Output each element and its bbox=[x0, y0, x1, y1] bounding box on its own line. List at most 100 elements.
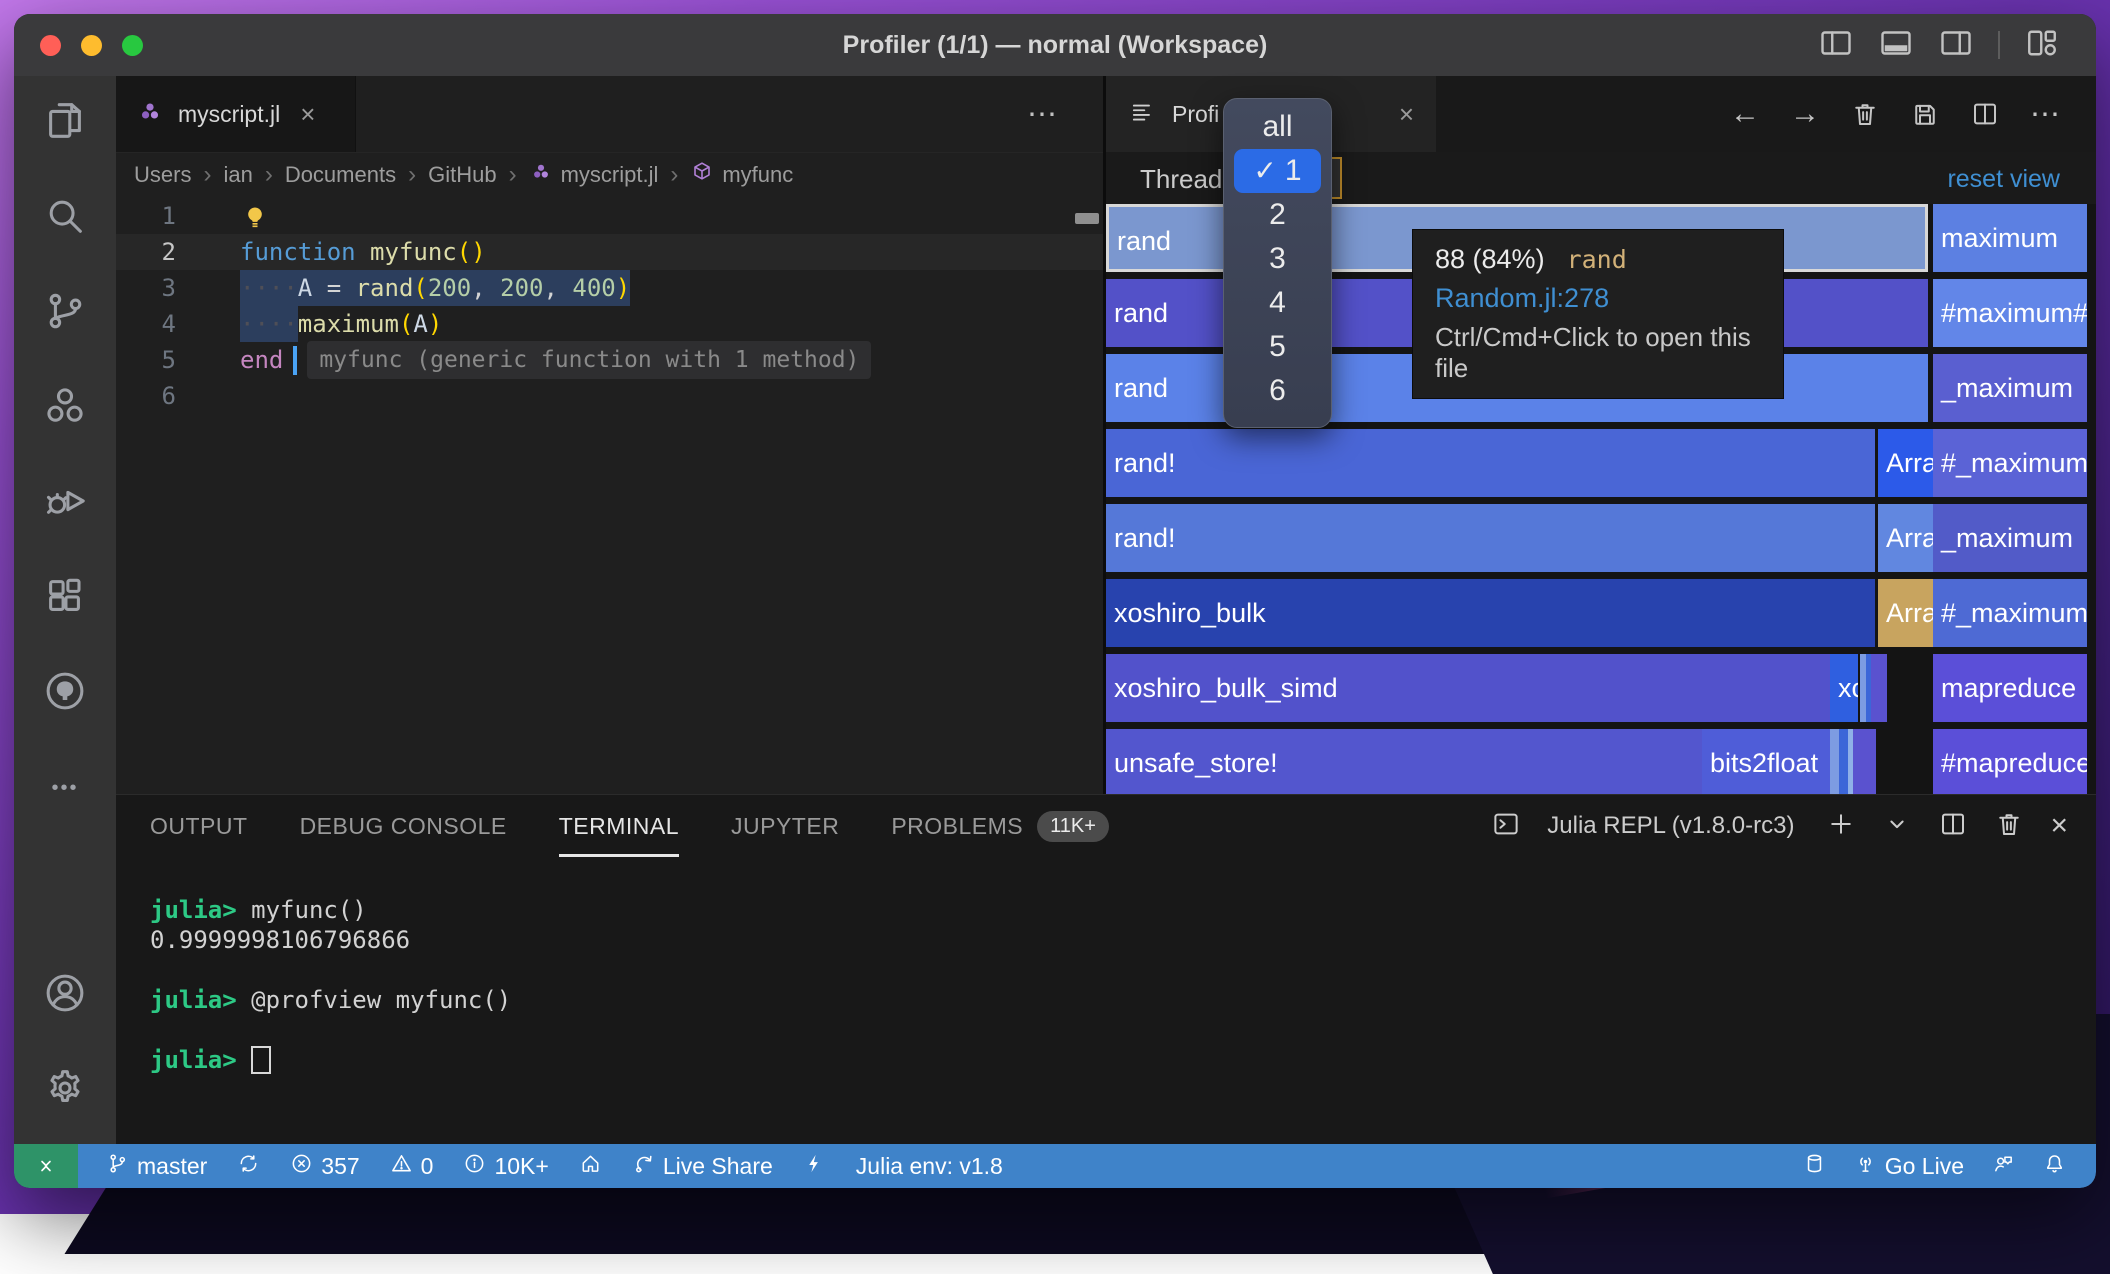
editor-scrollbar-thumb[interactable] bbox=[1075, 213, 1099, 224]
editor-actions-more-icon[interactable]: ⋯ bbox=[1027, 76, 1059, 152]
clear-profile-button[interactable] bbox=[1850, 99, 1880, 129]
panel-tab-output[interactable]: OUTPUT bbox=[150, 795, 248, 857]
more-actions-button[interactable]: ⋯ bbox=[2030, 97, 2060, 132]
flame-cell-bits2float[interactable]: bits2float bbox=[1702, 729, 1830, 794]
breadcrumb-item-documents[interactable]: Documents bbox=[285, 162, 396, 188]
status-errors[interactable]: 357 bbox=[290, 1152, 359, 1181]
remote-indicator[interactable] bbox=[14, 1144, 78, 1188]
code-line-2[interactable]: 2function myfunc() bbox=[116, 234, 1103, 270]
tooltip-file-link[interactable]: Random.jl:278 bbox=[1435, 283, 1761, 314]
status-database[interactable] bbox=[1803, 1152, 1826, 1181]
reset-view-link[interactable]: reset view bbox=[1947, 152, 2060, 206]
line-number: 5 bbox=[116, 342, 176, 378]
terminal-output[interactable]: julia> myfunc()0.9999998106796866 julia>… bbox=[150, 895, 2076, 1135]
panel-tab-problems[interactable]: PROBLEMS11K+ bbox=[891, 795, 1109, 857]
flame-cell---maximum[interactable]: #_maximum bbox=[1933, 429, 2087, 497]
thread-option-2[interactable]: 2 bbox=[1224, 193, 1331, 237]
flame-cell[interactable] bbox=[1871, 654, 1887, 722]
thread-option-3[interactable]: 3 bbox=[1224, 237, 1331, 281]
flame-cell-rand-[interactable]: rand! bbox=[1106, 429, 1875, 497]
thread-option-1[interactable]: ✓1 bbox=[1234, 149, 1321, 193]
flame-cell-unsafe-store-[interactable]: unsafe_store! bbox=[1106, 729, 1702, 794]
flame-cell-arra[interactable]: Arra bbox=[1878, 579, 1933, 647]
save-profile-button[interactable] bbox=[1910, 99, 1940, 129]
close-panel-button[interactable]: × bbox=[2050, 809, 2068, 843]
flame-cell-rand-[interactable]: rand! bbox=[1106, 504, 1875, 572]
breadcrumb-item-ian[interactable]: ian bbox=[223, 162, 252, 188]
breadcrumb-item-github[interactable]: GitHub bbox=[428, 162, 496, 188]
sidebar-item-search[interactable] bbox=[14, 171, 116, 266]
kill-terminal-button[interactable] bbox=[1994, 809, 2024, 844]
status-infos[interactable]: 10K+ bbox=[463, 1152, 548, 1181]
lightbulb-icon[interactable] bbox=[240, 203, 270, 233]
sidebar-item-explorer[interactable] bbox=[14, 76, 116, 171]
status-warnings[interactable]: 0 bbox=[390, 1152, 434, 1181]
panel-tab-terminal[interactable]: TERMINAL bbox=[559, 795, 679, 857]
thread-option-4[interactable]: 4 bbox=[1224, 281, 1331, 325]
status-notifications[interactable] bbox=[2043, 1152, 2066, 1181]
flame-cell--mapreduce[interactable]: #mapreduce bbox=[1933, 729, 2087, 794]
toggle-primary-sidebar-icon[interactable] bbox=[1818, 25, 1854, 66]
panel-tab-debug-console[interactable]: DEBUG CONSOLE bbox=[300, 795, 507, 857]
new-terminal-button[interactable] bbox=[1826, 809, 1856, 844]
thread-label: Thread: bbox=[1140, 152, 1230, 206]
status-go-live[interactable]: Go Live bbox=[1854, 1152, 1964, 1181]
status-feedback[interactable] bbox=[1992, 1152, 2015, 1181]
back-button[interactable]: ← bbox=[1730, 97, 1760, 131]
flame-cell--maximum[interactable]: _maximum bbox=[1933, 354, 2087, 422]
flame-cell-xc[interactable]: xc bbox=[1830, 654, 1858, 722]
sidebar-item-run-debug[interactable] bbox=[14, 456, 116, 551]
flame-cell--maximum[interactable]: _maximum bbox=[1933, 504, 2087, 572]
panel-tab-jupyter[interactable]: JUPYTER bbox=[731, 795, 839, 857]
flame-cell-maximum[interactable]: maximum bbox=[1933, 204, 2087, 272]
sidebar-item-julia[interactable] bbox=[14, 361, 116, 456]
flame-cell--maximum-[interactable]: #maximum# bbox=[1933, 279, 2087, 347]
customize-layout-icon[interactable] bbox=[2024, 25, 2060, 66]
status-live-share[interactable]: Live Share bbox=[632, 1152, 773, 1181]
sidebar-item-accounts[interactable] bbox=[14, 948, 116, 1043]
status-git-branch[interactable]: master bbox=[106, 1152, 207, 1181]
thread-option-all[interactable]: all bbox=[1224, 105, 1331, 149]
status-sync-changes[interactable] bbox=[237, 1152, 260, 1181]
status-julia-power[interactable] bbox=[803, 1152, 826, 1181]
line-number: 6 bbox=[116, 378, 176, 414]
flame-cell-xoshiro-bulk-simd[interactable]: xoshiro_bulk_simd bbox=[1106, 654, 1830, 722]
tab-close-icon[interactable]: × bbox=[300, 99, 315, 130]
thread-option-5[interactable]: 5 bbox=[1224, 325, 1331, 369]
code-line-1[interactable]: 1 bbox=[116, 198, 1103, 234]
flame-cell-arra[interactable]: Arra bbox=[1878, 504, 1933, 572]
line-number: 4 bbox=[116, 306, 176, 342]
breadcrumb-item-users[interactable]: Users bbox=[134, 162, 191, 188]
flame-cell-arra[interactable]: Arra bbox=[1878, 429, 1933, 497]
thread-option-6[interactable]: 6 bbox=[1224, 369, 1331, 413]
code-line-4[interactable]: 4····maximum(A) bbox=[116, 306, 1103, 342]
breadcrumb-item-myscript-jl[interactable]: myscript.jl bbox=[529, 160, 659, 190]
sidebar-item-settings[interactable] bbox=[14, 1043, 116, 1138]
sidebar-item-source-control[interactable] bbox=[14, 266, 116, 361]
flame-cell---maximum[interactable]: #_maximum bbox=[1933, 579, 2087, 647]
status-julia-env[interactable]: Julia env: v1.8 bbox=[856, 1153, 1003, 1180]
breadcrumb-item-myfunc[interactable]: myfunc bbox=[690, 160, 793, 190]
code-line-3[interactable]: 3····A = rand(200, 200, 400) bbox=[116, 270, 1103, 306]
flame-cell[interactable] bbox=[1853, 729, 1876, 794]
home-icon bbox=[579, 1152, 602, 1181]
sidebar-item-more-views[interactable]: ••• bbox=[14, 741, 116, 836]
sidebar-item-extensions[interactable] bbox=[14, 551, 116, 646]
code-editor[interactable]: 12function myfunc()3····A = rand(200, 20… bbox=[116, 198, 1103, 794]
forward-button[interactable]: → bbox=[1790, 97, 1820, 131]
profiler-tab-close-icon[interactable]: × bbox=[1399, 99, 1414, 130]
text-cursor bbox=[293, 346, 297, 375]
code-line-5[interactable]: 5endmyfunc (generic function with 1 meth… bbox=[116, 342, 1103, 378]
toggle-secondary-sidebar-icon[interactable] bbox=[1938, 25, 1974, 66]
flame-cell-xoshiro-bulk[interactable]: xoshiro_bulk bbox=[1106, 579, 1875, 647]
split-terminal-button[interactable] bbox=[1938, 809, 1968, 844]
split-editor-button[interactable] bbox=[1970, 99, 2000, 129]
terminal-picker-button[interactable] bbox=[1882, 809, 1912, 844]
julia-dots-icon bbox=[529, 160, 553, 190]
sidebar-item-github[interactable] bbox=[14, 646, 116, 741]
tab-myscript[interactable]: myscript.jl × bbox=[116, 76, 356, 152]
status-home[interactable] bbox=[579, 1152, 602, 1181]
toggle-panel-icon[interactable] bbox=[1878, 25, 1914, 66]
code-line-6[interactable]: 6 bbox=[116, 378, 1103, 414]
flame-cell-mapreduce[interactable]: mapreduce bbox=[1933, 654, 2087, 722]
